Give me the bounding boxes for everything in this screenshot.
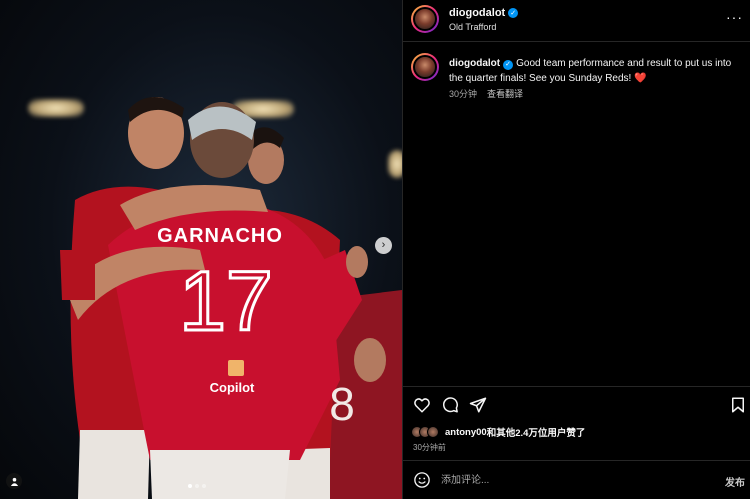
chevron-right-icon: › [381,239,386,251]
bookmark-icon [732,397,744,413]
like-button[interactable] [413,396,431,414]
posted-time: 30分钟前 [413,443,446,452]
post-details-panel: diogodalot ✓ Old Trafford ··· diogodalot… [402,0,750,499]
more-options-icon[interactable]: ··· [726,9,743,25]
comment-button[interactable] [441,396,459,414]
likes-text[interactable]: 和其他2.4万位用户赞了 [487,425,586,439]
likes-user[interactable]: antony00 [445,427,487,438]
user-tag-button[interactable] [6,473,22,489]
share-icon [469,397,487,413]
comment-icon [443,397,458,413]
players-photo: GARNACHO 17 Copilot 8 [60,96,402,499]
comment-bar: 发布 [403,460,750,499]
carousel-dot [202,484,206,488]
heart-icon [414,398,430,413]
liker-avatars [411,426,439,438]
caption-text: diogodalot ✓ Good team performance and res… [449,56,739,86]
caption-username[interactable]: diogodalot [449,58,500,69]
background-number-text: 8 [329,378,355,430]
avatar[interactable] [411,53,439,81]
actions-bar [403,386,750,422]
translate-link[interactable]: 查看翻译 [487,87,523,100]
carousel-next-button[interactable]: › [375,237,392,254]
jersey-name-text: GARNACHO [157,225,283,247]
sponsor-text: Copilot [210,380,255,395]
verified-badge-icon: ✓ [503,59,514,70]
jersey-number-text: 17 [179,254,272,348]
caption-meta: 30分钟 查看翻译 [449,87,523,100]
likes-summary[interactable]: antony00 和其他2.4万位用户赞了 [411,425,585,439]
post-comment-button[interactable]: 发布 [725,474,745,489]
verified-badge-icon: ✓ [508,8,519,18]
post-media[interactable]: GARNACHO 17 Copilot 8 › [0,0,402,499]
emoji-button[interactable] [413,471,431,489]
location-link[interactable]: Old Trafford [449,22,496,32]
carousel-dot [195,484,199,488]
carousel-dot [188,484,192,488]
avatar[interactable] [411,5,439,33]
heart-emoji: ❤️ [634,73,647,84]
comment-input[interactable] [441,471,691,489]
save-button[interactable] [729,396,747,414]
user-tag-icon [10,477,18,486]
post-header: diogodalot ✓ Old Trafford ··· [403,0,750,42]
carousel-indicator [188,484,206,488]
header-username[interactable]: diogodalot ✓ [449,7,519,19]
username-text[interactable]: diogodalot [449,7,505,19]
emoji-icon [414,472,430,488]
share-button[interactable] [469,396,487,414]
avatar [427,426,439,438]
caption-time: 30分钟 [449,89,478,99]
